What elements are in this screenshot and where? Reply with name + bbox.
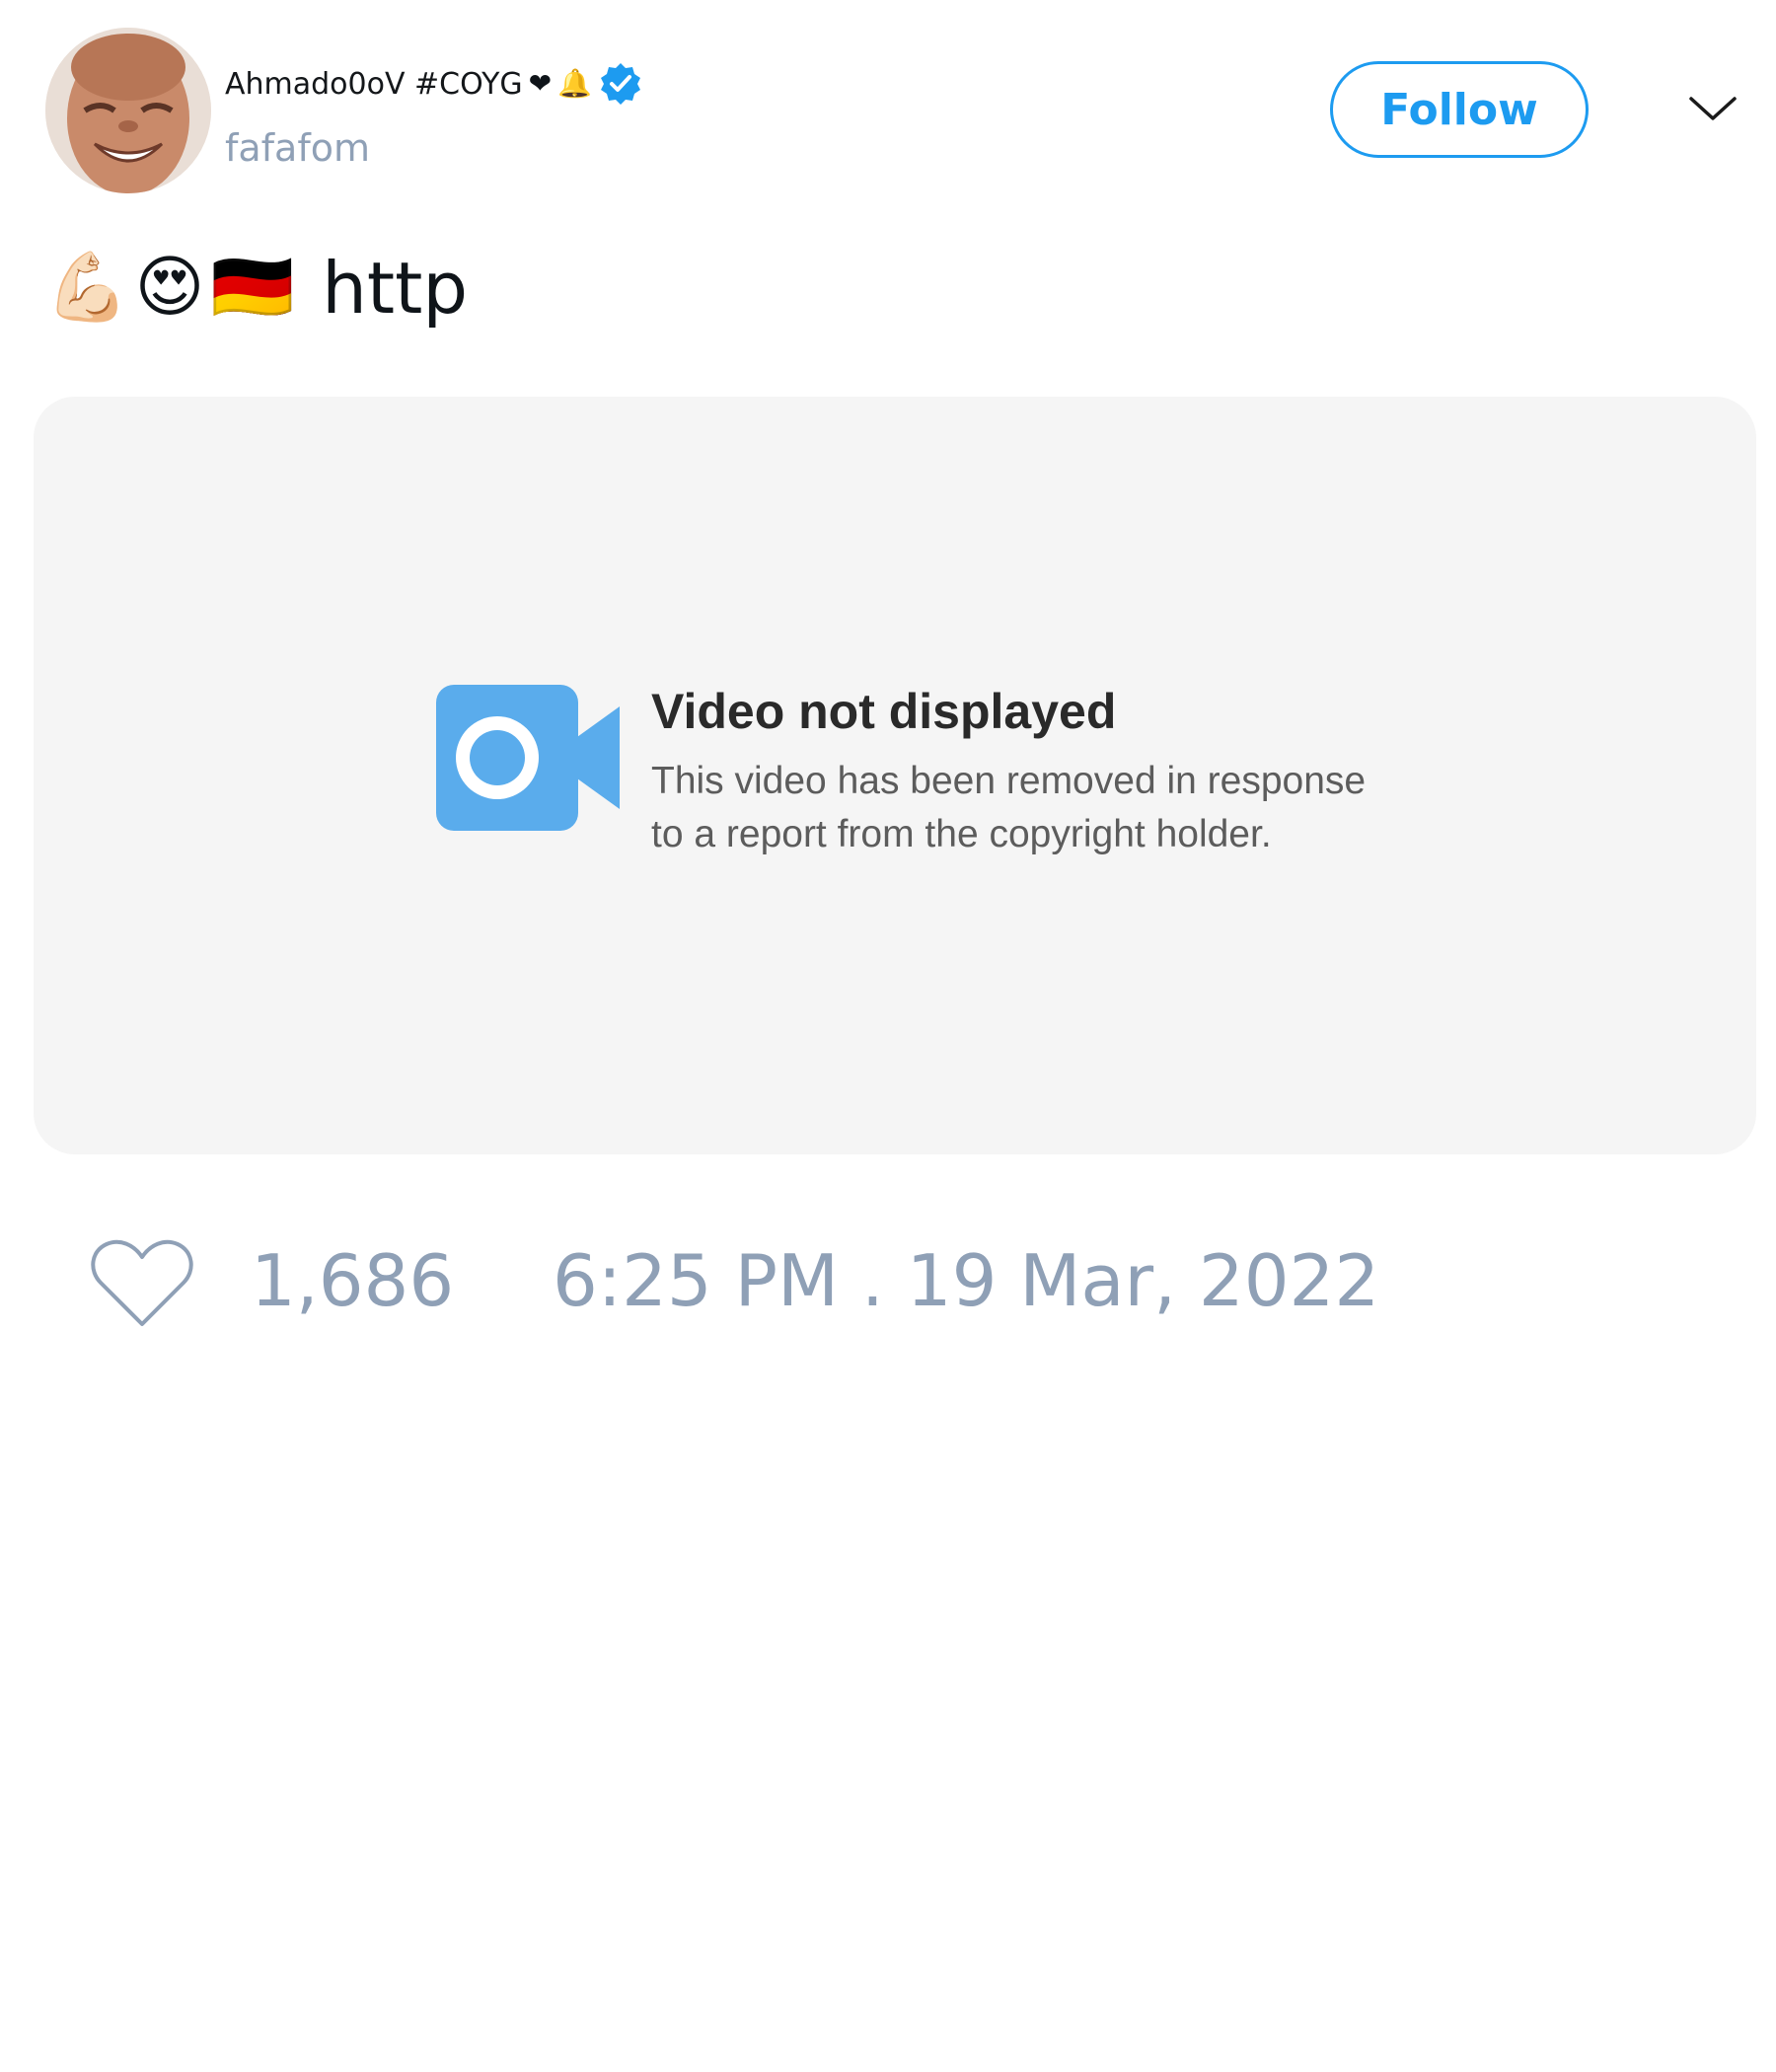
media-card[interactable]: Video not displayed This video has been … (34, 397, 1756, 1154)
notice-title: Video not displayed (651, 684, 1117, 739)
notice-message-line-1: This video has been removed in response (651, 760, 1367, 802)
chevron-down-icon[interactable] (1687, 87, 1739, 130)
verified-badge-icon (598, 61, 643, 107)
bell-emoji: 🔔 (557, 67, 593, 100)
tweet-card: Ahmado0oV #COYG ❤ 🔔 fafafom Follow 💪🏻 😍 … (0, 0, 1776, 2072)
heart-eyes-emoji: 😍 (134, 249, 205, 327)
germany-flag-emoji: 🇩🇪 (210, 249, 295, 327)
notice-message-line-2: to a report from the copyright holder. (651, 813, 1272, 855)
display-name[interactable]: Ahmado0oV #COYG (225, 67, 523, 102)
avatar-photo-icon (45, 28, 211, 193)
video-camera-icon (436, 685, 620, 831)
heart-icon[interactable] (89, 1237, 195, 1330)
avatar[interactable] (45, 28, 211, 193)
heart-emoji: ❤ (528, 67, 553, 100)
follow-button[interactable]: Follow (1330, 61, 1589, 158)
tweet-text: 💪🏻 😍 🇩🇪 http (45, 247, 468, 330)
author-handle[interactable]: fafafom (225, 126, 370, 170)
like-count[interactable]: 1,686 (251, 1239, 454, 1322)
tweet-link[interactable]: http (322, 247, 468, 330)
author-name-row[interactable]: Ahmado0oV #COYG ❤ 🔔 (225, 59, 643, 109)
tweet-timestamp[interactable]: 6:25 PM . 19 Mar, 2022 (553, 1239, 1379, 1322)
flexed-biceps-emoji: 💪🏻 (45, 249, 129, 327)
